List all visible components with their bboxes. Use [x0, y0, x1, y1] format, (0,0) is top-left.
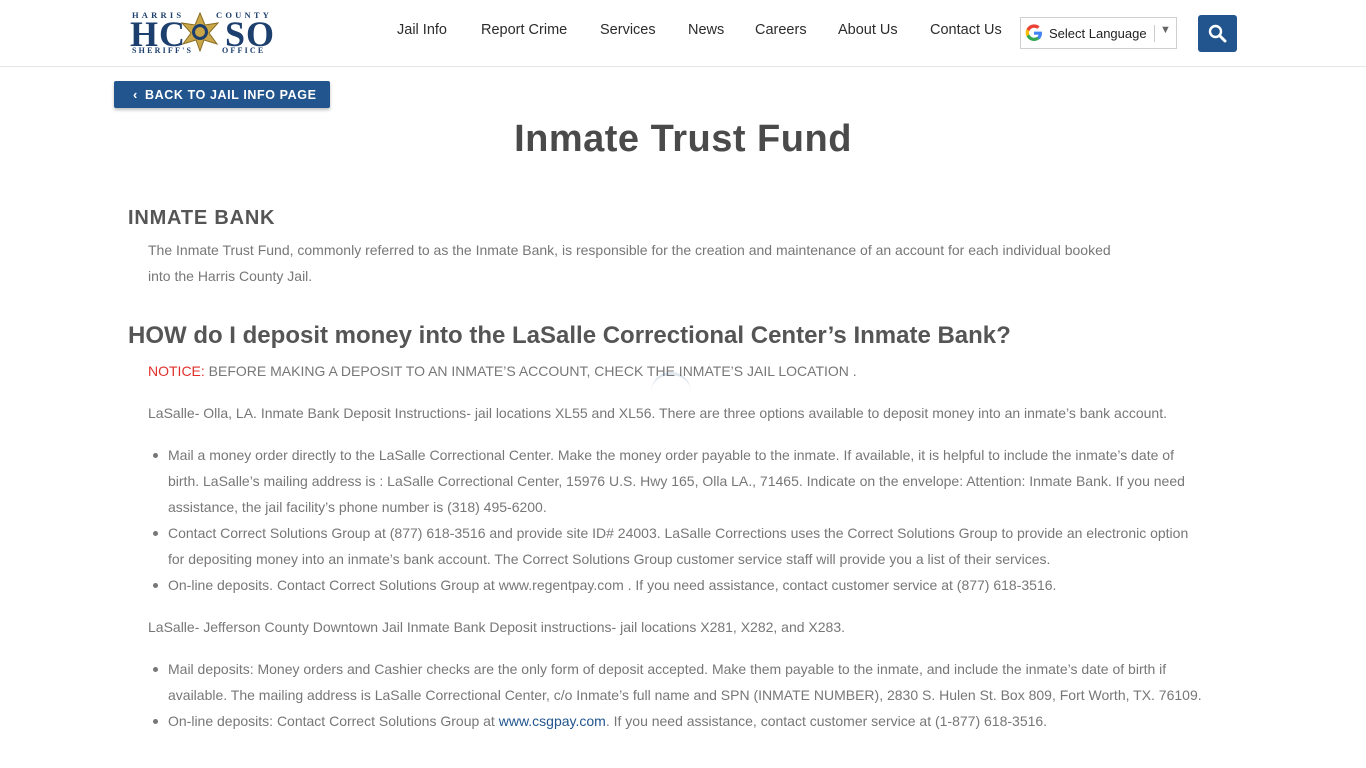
- nav-jail-info[interactable]: Jail Info: [397, 22, 447, 38]
- hcso-logo[interactable]: HARRIS COUNTY HC SO SHERIFF'S OFFICE: [130, 10, 274, 58]
- nav-services[interactable]: Services: [600, 22, 656, 38]
- language-label: Select Language: [1049, 26, 1147, 41]
- notice-text: NOTICE: BEFORE MAKING A DEPOSIT TO AN IN…: [148, 363, 857, 379]
- page-title: Inmate Trust Fund: [514, 118, 852, 160]
- list-item: Contact Correct Solutions Group at (877)…: [148, 520, 1188, 572]
- list-item: On-line deposits. Contact Correct Soluti…: [148, 572, 1188, 598]
- list-item: Mail deposits: Money orders and Cashier …: [148, 656, 1202, 708]
- nav-about-us[interactable]: About Us: [838, 22, 898, 38]
- back-to-jail-info-button[interactable]: ‹ BACK TO JAIL INFO PAGE: [114, 81, 330, 108]
- loading-spinner: [651, 372, 691, 412]
- nav-news[interactable]: News: [688, 22, 724, 38]
- search-button[interactable]: [1198, 15, 1237, 52]
- section-heading-deposit: HOW do I deposit money into the LaSalle …: [128, 322, 1011, 349]
- list-item: Mail a money order directly to the LaSal…: [148, 442, 1188, 520]
- section-heading-inmate-bank: INMATE BANK: [128, 207, 276, 229]
- back-button-label: BACK TO JAIL INFO PAGE: [145, 88, 317, 102]
- google-g-icon: [1025, 24, 1042, 41]
- jefferson-intro: LaSalle- Jefferson County Downtown Jail …: [148, 619, 846, 635]
- notice-label: NOTICE:: [148, 363, 205, 379]
- list-item: On-line deposits: Contact Correct Soluti…: [148, 708, 1202, 734]
- nav-contact-us[interactable]: Contact Us: [930, 22, 1002, 38]
- nav-careers[interactable]: Careers: [755, 22, 807, 38]
- language-divider: [1154, 25, 1155, 42]
- inmate-bank-description: The Inmate Trust Fund, commonly referred…: [148, 242, 1111, 284]
- csgpay-link[interactable]: www.csgpay.com: [499, 713, 606, 729]
- dropdown-arrow-icon: ▼: [1160, 24, 1171, 36]
- language-select[interactable]: Select Language ▼: [1020, 17, 1177, 49]
- jefferson-options-list: Mail deposits: Money orders and Cashier …: [148, 656, 1202, 734]
- site-header: HARRIS COUNTY HC SO SHERIFF'S OFFICE Jai…: [0, 0, 1366, 67]
- olla-options-list: Mail a money order directly to the LaSal…: [148, 442, 1188, 598]
- nav-report-crime[interactable]: Report Crime: [481, 22, 567, 38]
- chevron-left-icon: ‹: [133, 87, 138, 102]
- search-icon: [1208, 24, 1227, 43]
